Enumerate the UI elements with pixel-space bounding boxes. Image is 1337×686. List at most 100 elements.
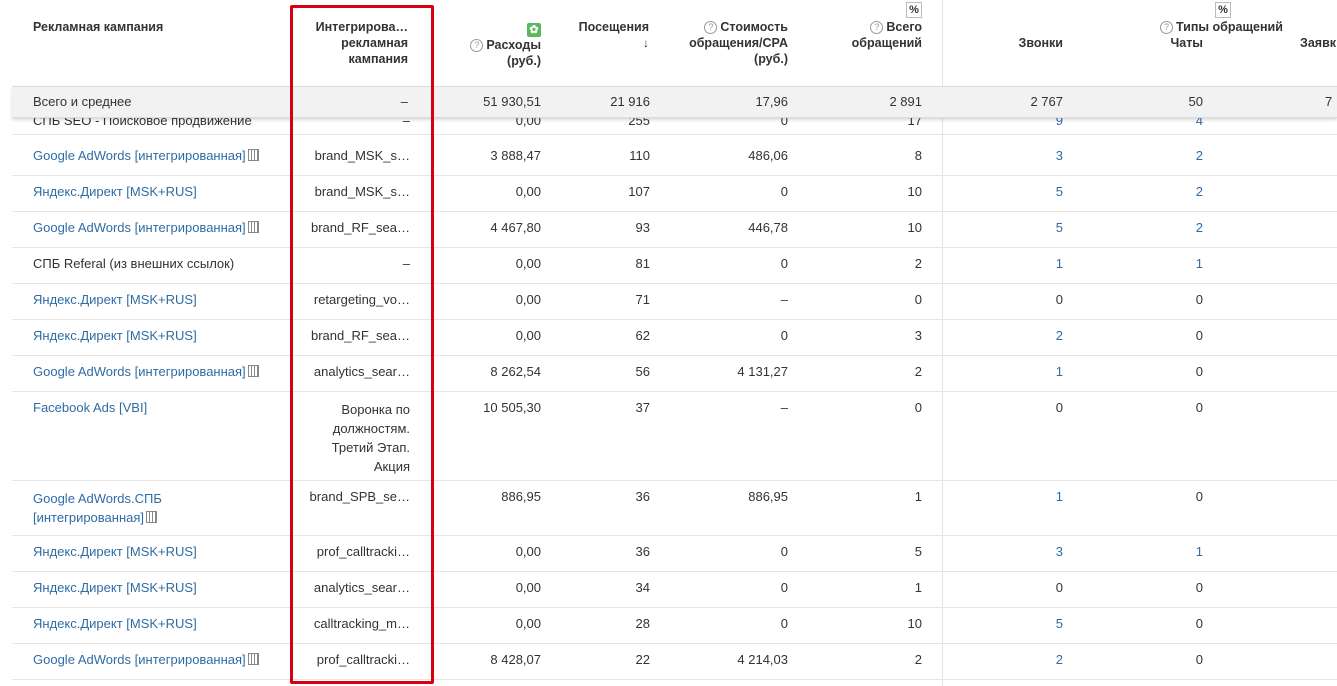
calls-cell[interactable]: 3: [983, 544, 1063, 559]
header-visits[interactable]: Посещения ↓: [560, 19, 649, 51]
calls-cell[interactable]: 1: [983, 256, 1063, 271]
calculator-icon[interactable]: [247, 365, 259, 377]
integrated-campaign-cell: prof_calltracki…: [316, 544, 410, 559]
calls-cell: 0: [1055, 580, 1063, 595]
header-cpa-line2: обращения/CPA: [689, 36, 788, 50]
visits-cell: 71: [635, 292, 650, 307]
header-chats[interactable]: Чаты: [1140, 35, 1203, 51]
integrated-campaign-cell: Воронка по должностям. Третий Этап. Акци…: [331, 402, 410, 474]
visits-cell: 81: [635, 256, 650, 271]
header-cpa-line3: (руб.): [754, 52, 788, 66]
calls-cell[interactable]: 2: [983, 328, 1063, 343]
table-row: Яндекс.Директ [MSK+RUS] retargeting_vo… 0,…: [12, 283, 1337, 320]
campaign-name: Яндекс.Директ [MSK+RUS]: [33, 616, 197, 631]
cpa-cell: –: [780, 292, 788, 307]
integrated-campaign-cell: analytics_sear…: [313, 580, 410, 595]
campaign-name: Google AdWords [интегрированная]: [33, 220, 246, 235]
header-expenses[interactable]: ✿ ? Расходы (руб.): [440, 21, 541, 69]
table-row: Google AdWords.СПБ [интегрированная] bran…: [12, 480, 1337, 536]
totals-label: Всего и среднее: [33, 94, 132, 109]
cpa-cell: 0: [780, 580, 788, 595]
chats-cell[interactable]: 2: [1123, 184, 1203, 199]
calls-cell[interactable]: 1: [983, 364, 1063, 379]
total-cell: 1: [914, 580, 922, 595]
header-total-line1: Всего: [886, 20, 922, 34]
campaign-name: СПБ Referal (из внешних ссылок): [33, 256, 235, 271]
header-integrated[interactable]: Интегрирова… рекламная кампания: [298, 19, 408, 67]
help-icon[interactable]: ?: [870, 21, 884, 34]
calculator-icon[interactable]: [146, 511, 158, 523]
total-cell: 10: [907, 220, 922, 235]
integrated-campaign-cell: calltracking_m…: [313, 616, 410, 631]
expenses-cell: 3 888,47: [490, 148, 541, 163]
calculator-icon[interactable]: [247, 149, 259, 161]
expenses-cell: 8 262,54: [490, 364, 541, 379]
campaign-cell[interactable]: Google AdWords [интегрированная]: [33, 220, 259, 235]
expenses-cell: 10 505,30: [483, 400, 541, 415]
campaign-name: Яндекс.Директ [MSK+RUS]: [33, 184, 197, 199]
totals-integrated: –: [400, 94, 408, 109]
campaign-cell[interactable]: Яндекс.Директ [MSK+RUS]: [33, 544, 197, 559]
calculator-icon[interactable]: [247, 653, 259, 665]
integrated-campaign-cell: –: [402, 256, 410, 271]
expenses-cell: 0,00: [515, 580, 541, 595]
campaign-cell[interactable]: Google AdWords [интегрированная]: [33, 364, 259, 379]
calls-cell[interactable]: 5: [983, 184, 1063, 199]
help-icon[interactable]: ?: [470, 39, 484, 52]
campaign-cell[interactable]: Google AdWords.СПБ [интегрированная]: [33, 489, 173, 527]
header-expenses-label: Расходы: [486, 38, 541, 52]
help-icon[interactable]: ?: [704, 21, 718, 34]
campaign-cell[interactable]: Яндекс.Директ [MSK+RUS]: [33, 184, 197, 199]
campaign-cell[interactable]: Яндекс.Директ [MSK+RUS]: [33, 292, 197, 307]
header-cpa[interactable]: ? Стоимость обращения/CPA (руб.): [670, 19, 788, 67]
visits-cell: 93: [635, 220, 650, 235]
calls-cell: 0: [1055, 292, 1063, 307]
header-total-line2: обращений: [851, 36, 922, 50]
settings-gear-icon[interactable]: ✿: [527, 23, 541, 37]
table-row: Яндекс.Директ [MSK+RUS] calltracking_m… 0,…: [12, 607, 1337, 644]
header-total-requests[interactable]: ? Всего обращений: [822, 19, 922, 51]
chats-cell[interactable]: 1: [1123, 544, 1203, 559]
campaign-name: Яндекс.Директ [MSK+RUS]: [33, 292, 197, 307]
integrated-campaign-cell: retargeting_vo…: [313, 292, 410, 307]
percent-toggle-button[interactable]: %: [1215, 2, 1231, 18]
campaign-cell[interactable]: Яндекс.Директ [MSK+RUS]: [33, 328, 197, 343]
table-row: Facebook Ads [VBI] Воронка по должностям.…: [12, 391, 1337, 481]
cpa-cell: 0: [780, 256, 788, 271]
chats-cell[interactable]: 1: [1123, 256, 1203, 271]
campaign-cell[interactable]: Яндекс.Директ [MSK+RUS]: [33, 580, 197, 595]
integrated-campaign-cell: brand_SPB_se…: [309, 489, 410, 504]
total-cell: 0: [914, 292, 922, 307]
expenses-cell: 0,00: [515, 292, 541, 307]
chats-cell[interactable]: 2: [1123, 220, 1203, 235]
visits-cell: 56: [635, 364, 650, 379]
calls-cell[interactable]: 2: [983, 652, 1063, 667]
campaign-cell[interactable]: Facebook Ads [VBI]: [33, 400, 147, 415]
header-orders[interactable]: Заявк: [1300, 35, 1336, 51]
calls-cell: 0: [1055, 400, 1063, 415]
percent-toggle-button[interactable]: %: [906, 2, 922, 18]
calls-cell[interactable]: 5: [983, 616, 1063, 631]
total-cell: 2: [914, 364, 922, 379]
campaign-cell[interactable]: Google AdWords [интегрированная]: [33, 652, 259, 667]
table-row: Google AdWords [интегрированная] brand_MS…: [12, 139, 1337, 176]
cpa-cell: 446,78: [748, 220, 788, 235]
calls-cell[interactable]: 1: [983, 489, 1063, 504]
campaign-cell[interactable]: Google AdWords [интегрированная]: [33, 148, 259, 163]
header-campaign[interactable]: Рекламная кампания: [33, 19, 163, 35]
chats-cell[interactable]: 2: [1123, 148, 1203, 163]
help-icon[interactable]: ?: [1160, 21, 1173, 34]
table-row: Яндекс.Директ [MSK+RUS] brand_RF_sea… 0,00…: [12, 319, 1337, 356]
calculator-icon[interactable]: [247, 221, 259, 233]
calls-cell[interactable]: 3: [983, 148, 1063, 163]
header-calls[interactable]: Звонки: [990, 35, 1063, 51]
expenses-cell: 8 428,07: [490, 652, 541, 667]
header-integrated-line3: кампания: [348, 52, 409, 66]
calls-cell[interactable]: 5: [983, 220, 1063, 235]
cpa-cell: 4 214,03: [737, 652, 788, 667]
expenses-cell: 0,00: [515, 256, 541, 271]
campaign-cell[interactable]: Яндекс.Директ [MSK+RUS]: [33, 616, 197, 631]
visits-cell: 28: [635, 616, 650, 631]
chats-cell: 0: [1195, 652, 1203, 667]
sort-desc-icon[interactable]: ↓: [560, 35, 649, 51]
